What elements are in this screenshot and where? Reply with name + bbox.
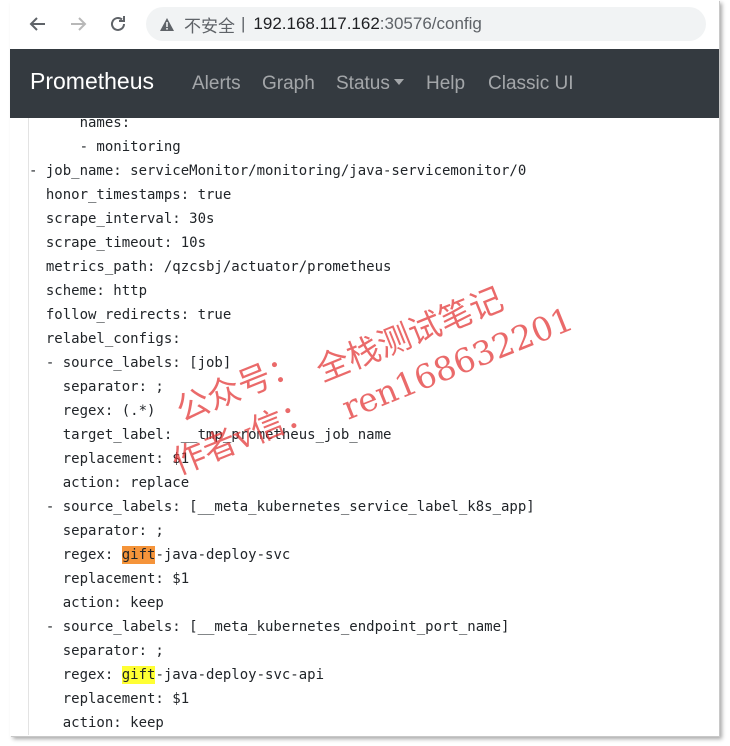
config-line: replacement: $1 bbox=[29, 447, 719, 471]
address-bar[interactable]: 不安全 | 192.168.117.162:30576/config bbox=[146, 7, 706, 41]
config-line-text: replacement: $1 bbox=[29, 571, 190, 587]
config-line-text: scrape_timeout: 10s bbox=[29, 235, 207, 251]
url-host: 192.168.117.162 bbox=[253, 14, 380, 33]
config-line: action: keep bbox=[29, 591, 719, 615]
nav-alerts[interactable]: Alerts bbox=[192, 73, 241, 95]
config-line: separator: ; bbox=[29, 519, 719, 543]
browser-window: 不安全 | 192.168.117.162:30576/config Prome… bbox=[10, 0, 719, 736]
config-line-text: replacement: $1 bbox=[29, 691, 190, 707]
config-yaml: names: - monitoring - job_name: serviceMo… bbox=[28, 118, 719, 735]
config-line-text: action: keep bbox=[29, 715, 164, 731]
search-highlight: gift bbox=[121, 546, 156, 564]
config-line-text: -java-deploy-svc bbox=[155, 547, 291, 563]
caret-down-icon bbox=[393, 79, 404, 85]
config-line-text: separator: ; bbox=[29, 379, 164, 395]
config-line: - source_labels: [__meta_kubernetes_serv… bbox=[29, 495, 719, 519]
forward-arrow-icon[interactable] bbox=[64, 8, 92, 40]
config-line-text: separator: ; bbox=[29, 523, 164, 539]
brand-link[interactable]: Prometheus bbox=[30, 68, 154, 95]
nav-status-dropdown[interactable]: Status bbox=[336, 73, 404, 95]
config-line: separator: ; bbox=[29, 375, 719, 399]
config-line: regex: gift-java-deploy-svc-api bbox=[29, 663, 719, 687]
config-line-text: regex: (.*) bbox=[29, 403, 156, 419]
config-line: scheme: http bbox=[29, 279, 719, 303]
config-line-text: - source_labels: [__meta_kubernetes_serv… bbox=[29, 499, 535, 515]
url-path: :30576/config bbox=[379, 14, 482, 33]
browser-toolbar: 不安全 | 192.168.117.162:30576/config bbox=[10, 0, 719, 50]
config-line: replacement: $1 bbox=[29, 567, 719, 591]
nav-help[interactable]: Help bbox=[426, 73, 465, 95]
config-line-text: - monitoring bbox=[29, 139, 181, 155]
config-line-text: - source_labels: [__meta_kubernetes_endp… bbox=[29, 619, 510, 635]
config-line-text: action: keep bbox=[29, 595, 164, 611]
warning-icon[interactable] bbox=[158, 15, 176, 33]
reload-icon[interactable] bbox=[104, 8, 132, 40]
config-line-text: honor_timestamps: true bbox=[29, 187, 232, 203]
config-line-text: -java-deploy-svc-api bbox=[155, 667, 325, 683]
address-separator: | bbox=[241, 14, 246, 33]
config-line: - monitoring bbox=[29, 135, 719, 159]
config-line: - job_name: serviceMonitor/monitoring/ja… bbox=[29, 159, 719, 183]
config-line-text: scheme: http bbox=[29, 283, 148, 299]
config-content[interactable]: names: - monitoring - job_name: serviceMo… bbox=[10, 118, 719, 736]
nav-classic-ui[interactable]: Classic UI bbox=[488, 73, 574, 95]
back-arrow-icon[interactable] bbox=[24, 8, 52, 40]
config-line: replacement: $1 bbox=[29, 687, 719, 711]
prometheus-navbar: Prometheus Alerts Graph Status Help Clas… bbox=[10, 49, 719, 118]
security-label[interactable]: 不安全 bbox=[184, 12, 235, 37]
config-line-text: action: replace bbox=[29, 475, 190, 491]
config-line-text: regex: bbox=[29, 667, 122, 683]
config-line: - source_labels: [__meta_kubernetes_endp… bbox=[29, 615, 719, 639]
config-line: metrics_path: /qzcsbj/actuator/prometheu… bbox=[29, 255, 719, 279]
config-line-text: relabel_configs: bbox=[29, 331, 181, 347]
config-line-text: replacement: $1 bbox=[29, 451, 190, 467]
config-line: action: keep bbox=[29, 711, 719, 735]
config-line: scrape_interval: 30s bbox=[29, 207, 719, 231]
config-line: follow_redirects: true bbox=[29, 303, 719, 327]
config-line: separator: ; bbox=[29, 639, 719, 663]
search-highlight: gift bbox=[121, 666, 156, 684]
config-line: regex: gift-java-deploy-svc bbox=[29, 543, 719, 567]
config-line-text: separator: ; bbox=[29, 643, 164, 659]
config-line: honor_timestamps: true bbox=[29, 183, 719, 207]
config-line: regex: (.*) bbox=[29, 399, 719, 423]
config-line-text: metrics_path: /qzcsbj/actuator/prometheu… bbox=[29, 259, 392, 275]
config-line-text: scrape_interval: 30s bbox=[29, 211, 215, 227]
nav-status-label: Status bbox=[336, 73, 390, 94]
config-line: target_label: __tmp_prometheus_job_name bbox=[29, 423, 719, 447]
config-line-text: - source_labels: [job] bbox=[29, 355, 232, 371]
config-line-text: target_label: __tmp_prometheus_job_name bbox=[29, 427, 392, 443]
config-line-text: follow_redirects: true bbox=[29, 307, 232, 323]
config-line: relabel_configs: bbox=[29, 327, 719, 351]
config-line-text: - job_name: serviceMonitor/monitoring/ja… bbox=[29, 163, 527, 179]
config-line-text: regex: bbox=[29, 547, 122, 563]
nav-graph[interactable]: Graph bbox=[262, 73, 315, 95]
config-line: scrape_timeout: 10s bbox=[29, 231, 719, 255]
config-line: names: bbox=[29, 118, 719, 135]
config-line: - source_labels: [job] bbox=[29, 351, 719, 375]
config-line-text: names: bbox=[29, 118, 131, 131]
config-line: action: replace bbox=[29, 471, 719, 495]
